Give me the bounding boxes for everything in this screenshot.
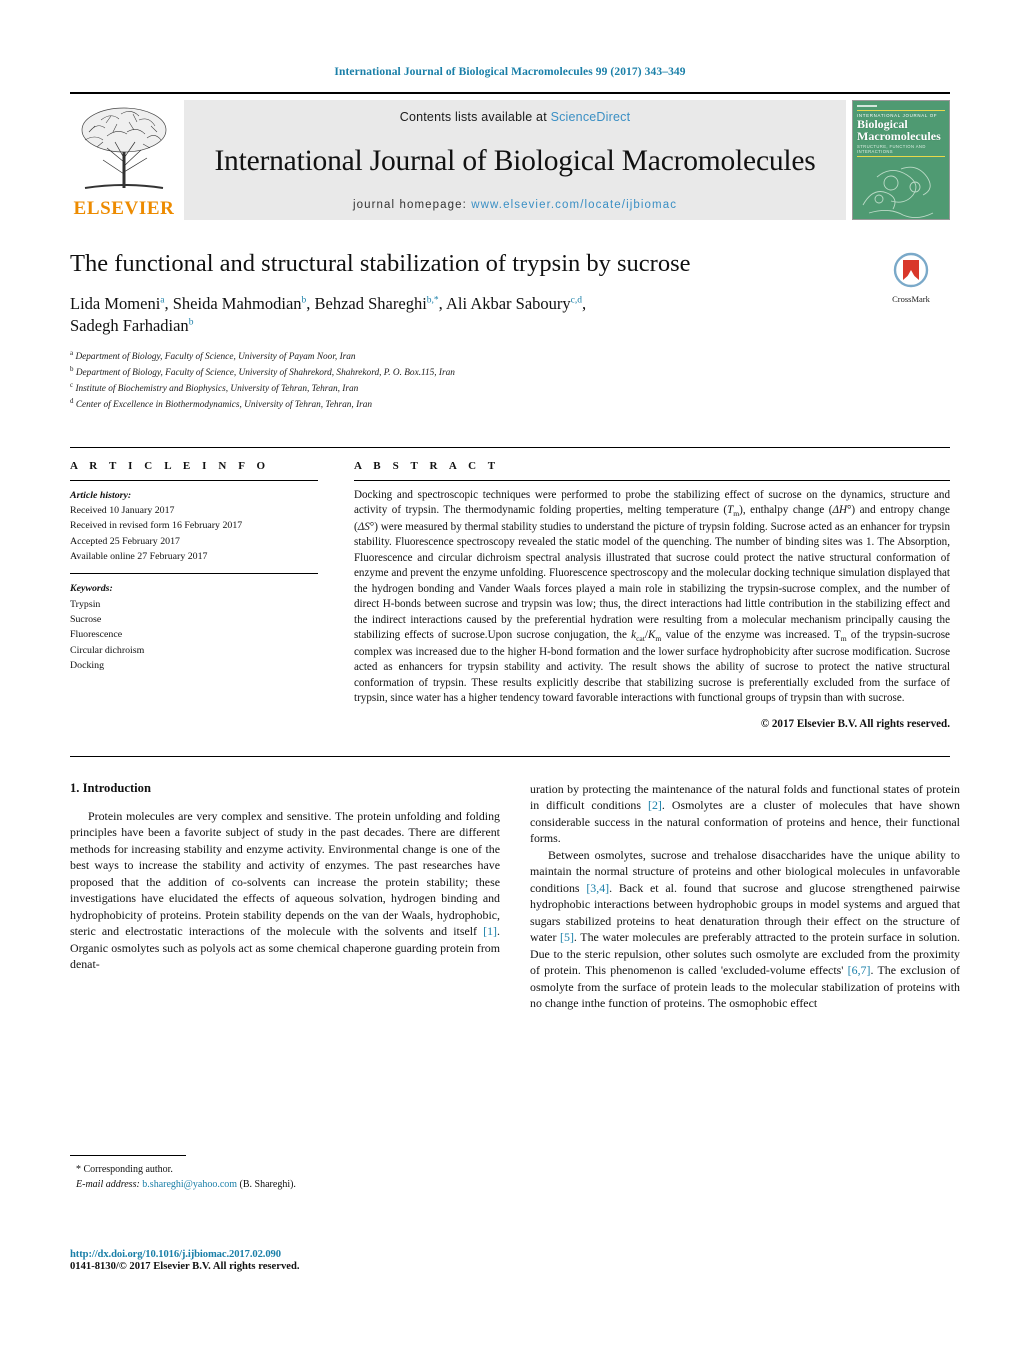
introduction-heading: 1. Introduction: [70, 780, 151, 795]
keywords-label: Keywords:: [70, 583, 113, 595]
reference-5[interactable]: [5]: [560, 930, 574, 944]
homepage-prefix: journal homepage:: [352, 199, 467, 211]
elsevier-wordmark: ELSEVIER: [73, 198, 175, 219]
intro-paragraph-1: Protein molecules are very complex and s…: [70, 808, 500, 972]
keyword-0: Trypsin: [70, 598, 101, 610]
cover-subtitle: STRUCTURE, FUNCTION AND INTERACTIONS: [857, 144, 945, 157]
keywords-divider: [70, 573, 318, 575]
crossmark-label: CrossMark: [892, 294, 930, 304]
reference-3-4[interactable]: [3,4]: [586, 881, 609, 895]
article-history-label: Article history:: [70, 489, 132, 501]
affiliation-b: b Department of Biology, Faculty of Scie…: [70, 365, 455, 379]
journal-cover-thumbnail: INTERNATIONAL JOURNAL OF Biological Macr…: [852, 100, 950, 220]
author-1: Sheida Mahmodianb,: [172, 293, 315, 313]
keyword-2: Fluorescence: [70, 629, 123, 641]
author-2: Behzad Shareghib,*,: [314, 293, 447, 313]
contents-available-line: Contents lists available at ScienceDirec…: [400, 110, 631, 124]
history-item-2: Accepted 25 February 2017: [70, 535, 180, 547]
corresponding-author-line: * Corresponding author.: [76, 1164, 173, 1175]
abstract-heading: A B S T R A C T: [354, 459, 500, 472]
author-4-affiliation-mark: b: [188, 317, 194, 328]
footnote-divider: [70, 1155, 186, 1156]
body-region: 1. Introduction Protein molecules are ve…: [70, 755, 960, 1012]
keywords-block: Keywords: Trypsin Sucrose Fluorescence C…: [70, 581, 318, 673]
corresponding-author-footnote: * Corresponding author. E-mail address: …: [70, 1155, 500, 1192]
body-column-right: uration by protecting the maintenance of…: [530, 781, 960, 1012]
article-info-divider: [70, 479, 318, 481]
info-abstract-region: A R T I C L E I N F O Article history: R…: [70, 446, 950, 730]
author-list: Lida Momenia, Sheida Mahmodianb, Behzad …: [70, 293, 870, 337]
contents-prefix: Contents lists available at: [399, 110, 547, 124]
author-4: Sadegh Farhadianb: [70, 315, 194, 335]
affiliation-list: a Department of Biology, Faculty of Scie…: [70, 348, 950, 413]
paper-page: International Journal of Biological Macr…: [0, 0, 1020, 1351]
email-owner: (B. Shareghi).: [239, 1179, 296, 1190]
author-0: Lida Momenia,: [70, 293, 173, 313]
history-item-1: Received in revised form 16 February 201…: [70, 520, 243, 532]
abstract-divider: [354, 479, 950, 481]
homepage-url-link[interactable]: www.elsevier.com/locate/ijbiomac: [471, 199, 677, 211]
elsevier-logo: ELSEVIER: [70, 100, 178, 220]
footer-doi-block: http://dx.doi.org/10.1016/j.ijbiomac.201…: [70, 1249, 500, 1272]
reference-2[interactable]: [2]: [648, 798, 662, 812]
intro-paragraph-2: Between osmolytes, sucrose and trehalose…: [530, 847, 961, 1011]
crossmark-badge[interactable]: CrossMark: [872, 252, 950, 304]
keyword-3: Circular dichroism: [70, 644, 145, 656]
doi-link[interactable]: http://dx.doi.org/10.1016/j.ijbiomac.201…: [70, 1249, 500, 1260]
reference-1[interactable]: [1]: [483, 924, 497, 938]
affiliation-c: c Institute of Biochemistry and Biophysi…: [70, 381, 359, 395]
journal-title: International Journal of Biological Macr…: [214, 145, 816, 177]
page-title: The functional and structural stabilizat…: [70, 250, 691, 277]
abstract-copyright: © 2017 Elsevier B.V. All rights reserved…: [760, 717, 950, 730]
article-info-heading: A R T I C L E I N F O: [70, 459, 270, 472]
sciencedirect-link[interactable]: ScienceDirect: [551, 110, 631, 124]
cover-title-line2: Macromolecules: [857, 129, 941, 144]
article-header: CrossMark The functional and structural …: [70, 250, 950, 413]
keyword-4: Docking: [70, 660, 105, 672]
abstract-text-run: Docking and spectroscopic techniques wer…: [354, 488, 950, 705]
abstract-column: A B S T R A C T Docking and spectroscopi…: [354, 448, 950, 730]
reference-6-7[interactable]: [6,7]: [848, 963, 871, 977]
cover-artwork: [857, 157, 945, 219]
cover-molecule-illustration: [862, 166, 934, 218]
cover-elsevier-badge: [857, 105, 877, 107]
abstract-body: Docking and spectroscopic techniques wer…: [354, 488, 950, 707]
intro-paragraph-1-cont: uration by protecting the maintenance of…: [530, 781, 960, 846]
author-3-affiliation-mark: c,d: [570, 295, 583, 306]
masthead-center: Contents lists available at ScienceDirec…: [184, 100, 846, 220]
journal-homepage-line: journal homepage: www.elsevier.com/locat…: [353, 199, 677, 211]
elsevier-tree-icon: [81, 107, 167, 189]
running-head: International Journal of Biological Macr…: [334, 66, 686, 78]
affiliation-d: d Center of Excellence in Biothermodynam…: [70, 397, 373, 411]
issn-copyright-line: 0141-8130/© 2017 Elsevier B.V. All right…: [70, 1261, 300, 1272]
article-history-block: Article history: Received 10 January 201…: [70, 488, 318, 565]
email-line: E-mail address: b.shareghi@yahoo.com (B.…: [70, 1177, 500, 1192]
email-link[interactable]: b.shareghi@yahoo.com: [142, 1179, 237, 1190]
article-info-column: A R T I C L E I N F O Article history: R…: [70, 448, 318, 730]
affiliation-a: a Department of Biology, Faculty of Scie…: [70, 348, 356, 362]
history-item-3: Available online 27 February 2017: [70, 551, 208, 563]
crossmark-icon: [893, 252, 929, 288]
body-column-left: 1. Introduction Protein molecules are ve…: [70, 781, 500, 1012]
history-item-0: Received 10 January 2017: [70, 505, 175, 516]
email-label: E-mail address:: [76, 1179, 140, 1190]
author-3: Ali Akbar Sabouryc,d,: [446, 293, 587, 313]
author-2-affiliation-mark: b,*: [426, 295, 439, 306]
keyword-1: Sucrose: [70, 614, 102, 626]
journal-masthead: ELSEVIER Contents lists available at Sci…: [70, 92, 950, 220]
